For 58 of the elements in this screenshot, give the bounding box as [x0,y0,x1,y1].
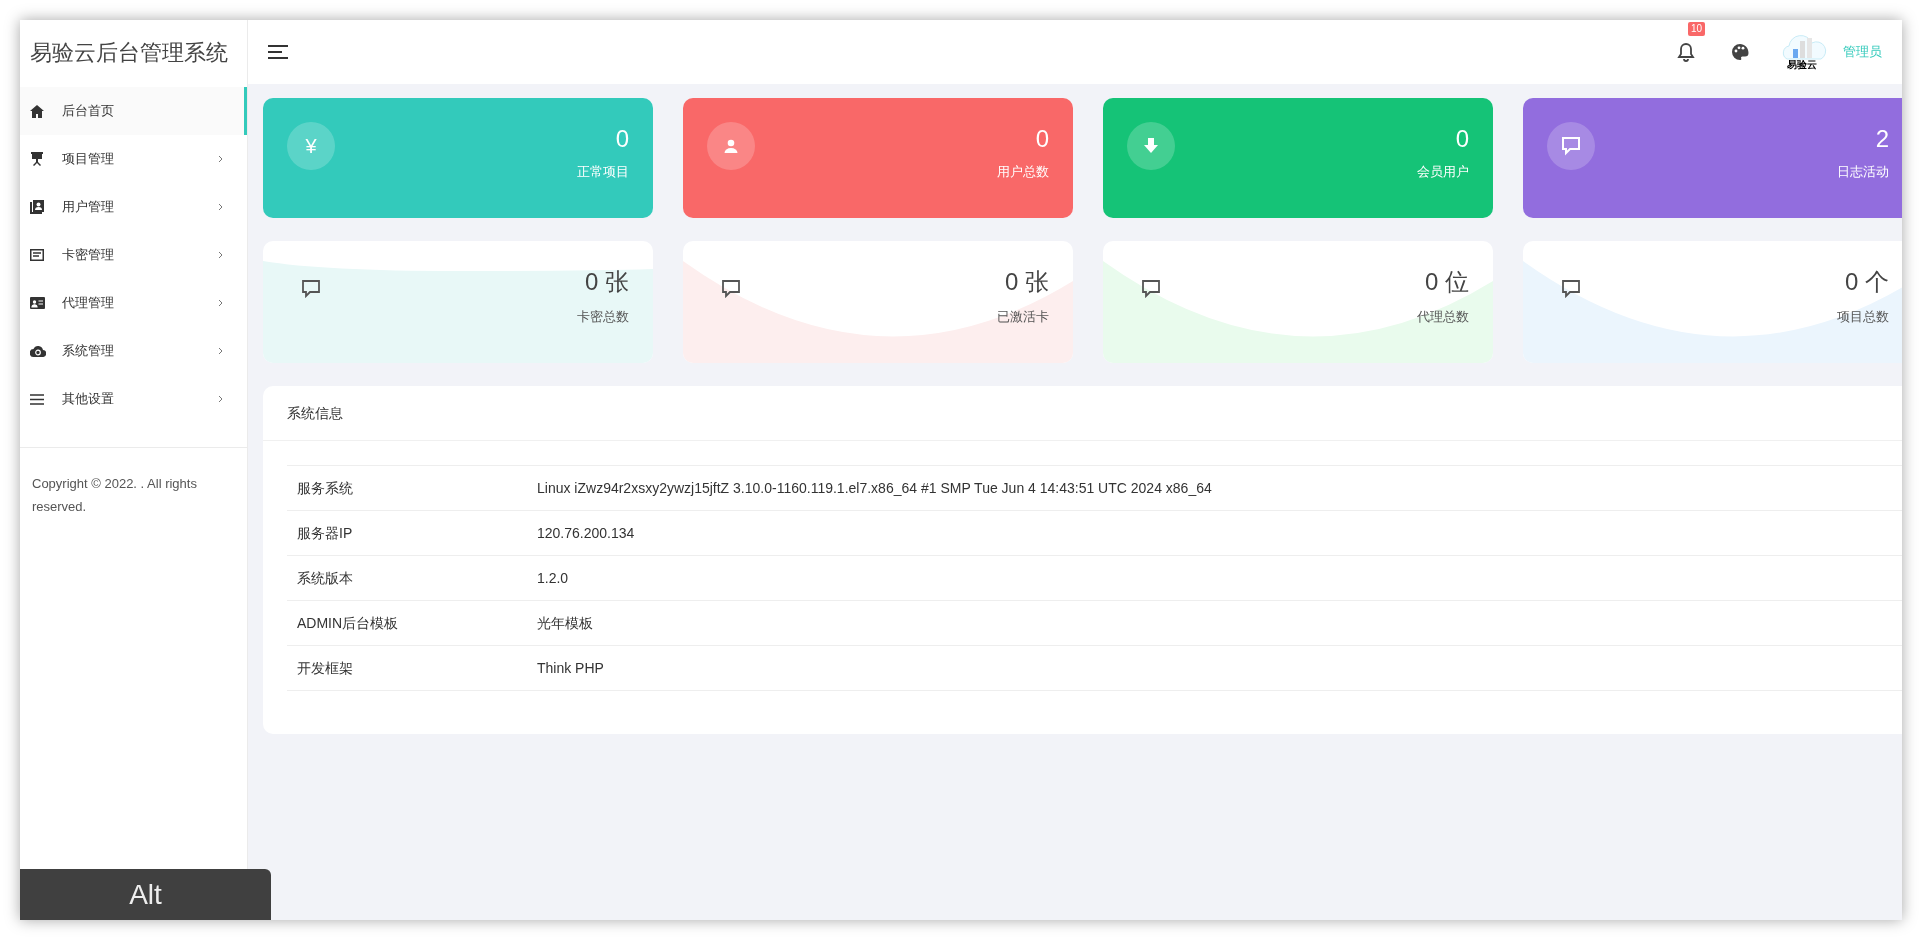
sidebar-item[interactable]: 代理管理 [20,279,247,327]
sidebar-item[interactable]: 卡密管理 [20,231,247,279]
info-key: 开发框架 [297,657,537,679]
chat-icon [1561,279,1581,299]
user-icon [723,138,739,154]
sidebar-item[interactable]: 其他设置 [20,375,247,423]
panel-title: 系统信息 [287,403,343,423]
arrow-down-icon [1144,138,1158,154]
stat-value: 0 [615,124,629,154]
stat-label: 用户总数 [997,163,1049,181]
contact-book-icon [30,200,44,214]
count-value: 0 张 [1005,267,1049,297]
count-label: 已激活卡 [997,308,1049,326]
logo-text: 易验云 [1787,59,1817,71]
chat-icon [1561,136,1581,156]
list-card-icon [30,249,44,261]
info-key: 服务系统 [297,477,537,499]
count-label: 项目总数 [1837,308,1889,326]
stat-label: 日志活动 [1837,163,1889,181]
easel-icon [30,152,44,166]
menu-lines-icon [30,393,44,405]
yen-icon: ¥ [305,131,317,161]
info-value: Linux iZwz94r2xsxy2ywzj15jftZ 3.10.0-1160.119.1.el7.x86_64 #1 SMP Tue Jun 4 14:43:51 UTC 2024 x86_64 [537,478,1212,498]
count-value: 0 位 [1425,267,1469,297]
stat-value: 0 [1455,124,1469,154]
bell-icon[interactable] [1677,42,1695,62]
info-value: Think PHP [537,658,604,678]
info-value: 光年模板 [537,613,593,633]
id-card-icon [30,297,45,309]
avatar[interactable]: 易验云 [1779,31,1829,73]
sidebar-item[interactable]: 系统管理 [20,327,247,375]
stat-label: 会员用户 [1417,163,1469,181]
info-value: 120.76.200.134 [537,523,635,543]
palette-icon[interactable] [1731,43,1749,61]
info-value: 1.2.0 [537,568,569,588]
chat-icon [1141,279,1161,299]
sidebar-item[interactable]: 后台首页 [20,87,247,135]
count-label: 代理总数 [1417,308,1469,326]
info-key: 服务器IP [297,522,537,544]
home-icon [30,104,44,118]
count-value: 0 张 [585,267,629,297]
info-key: ADMIN后台模板 [297,612,537,634]
app-title: 易验云后台管理系统 [30,38,228,67]
count-value: 0 个 [1845,267,1889,297]
stat-value: 2 [1875,124,1889,154]
info-key: 系统版本 [297,567,537,589]
stat-label: 正常项目 [577,163,629,181]
chat-icon [301,279,321,299]
chat-icon [721,279,741,299]
notification-badge: 10 [1688,22,1706,36]
sidebar-item[interactable]: 项目管理 [20,135,247,183]
cloud-sync-icon [30,345,46,357]
menu-icon[interactable] [268,44,288,60]
sidebar-item[interactable]: 用户管理 [20,183,247,231]
count-label: 卡密总数 [577,308,629,326]
copyright-text: Copyright © 2022. . All rights reserved. [32,475,198,516]
key-overlay: Alt [20,869,271,920]
stat-value: 0 [1035,124,1049,154]
